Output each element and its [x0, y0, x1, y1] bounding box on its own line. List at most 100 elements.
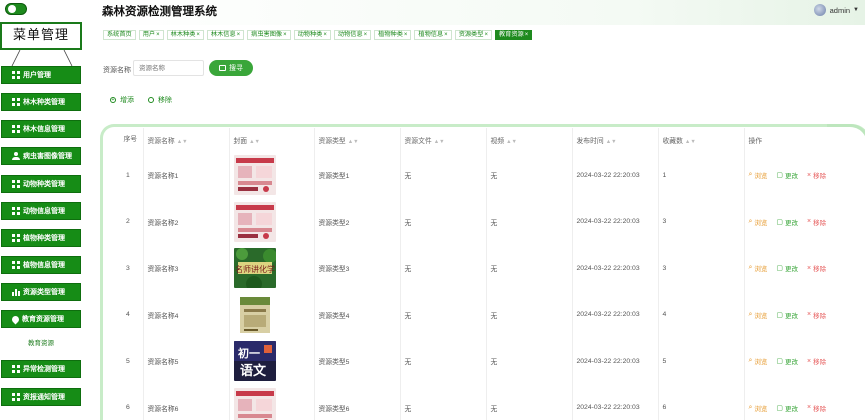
cell-fav: 3 — [657, 245, 744, 292]
tab-label: 病虫害图像 — [251, 31, 283, 38]
row-delete-button[interactable]: × 移除 — [807, 310, 826, 320]
view-button[interactable]: ⌕ 浏览 — [749, 170, 768, 180]
edit-icon: ▢ — [776, 172, 784, 180]
sidebar-item[interactable]: 资源类型管理 — [1, 283, 81, 301]
tab[interactable]: 动物信息 × — [333, 30, 372, 40]
col-fav[interactable]: 收藏数 ▲▼ — [657, 128, 744, 152]
sidebar-item[interactable]: 用户管理 — [1, 66, 81, 84]
close-icon[interactable]: × — [283, 31, 287, 39]
tab[interactable]: 动物种类 × — [293, 30, 331, 40]
add-button[interactable]: + 增添 — [110, 95, 134, 105]
cell-cover — [228, 198, 314, 245]
cover-image[interactable] — [233, 294, 314, 335]
cell-file: 无 — [399, 338, 486, 385]
tab[interactable]: 资源类型 × — [454, 30, 492, 40]
sidebar-item-label: 动物种类管理 — [23, 181, 65, 188]
sidebar-item[interactable]: 病虫害图像管理 — [1, 147, 81, 165]
row-delete-button[interactable]: × 移除 — [807, 356, 826, 367]
row-delete-button[interactable]: × 移除 — [807, 170, 826, 181]
edit-button-label: 更改 — [785, 266, 799, 274]
col-label: 操作 — [748, 138, 763, 145]
sort-icon[interactable]: ▲▼ — [348, 139, 359, 145]
cover-image[interactable] — [233, 201, 314, 242]
sidebar-item[interactable]: 资报通知管理 — [1, 388, 81, 406]
cell-video: 无 — [485, 152, 572, 199]
tab[interactable]: 林木信息 × — [206, 30, 245, 40]
sort-icon[interactable]: ▲▼ — [249, 139, 260, 145]
search-input[interactable] — [133, 60, 204, 76]
add-button-label: 增添 — [120, 97, 134, 104]
tab[interactable]: 林木种类 × — [166, 30, 204, 40]
sort-icon[interactable]: ▲▼ — [606, 139, 617, 145]
close-icon[interactable]: × — [196, 31, 200, 39]
close-icon[interactable]: × — [525, 31, 529, 39]
edit-button[interactable]: ▢ 更改 — [776, 403, 798, 413]
tab[interactable]: 植物信息 × — [414, 30, 452, 40]
sidebar-item[interactable]: 动物种类管理 — [1, 175, 81, 193]
tab[interactable]: 用户 × — [138, 30, 164, 40]
view-button[interactable]: ⌕ 浏览 — [749, 217, 768, 227]
tab[interactable]: 植物种类 × — [374, 30, 412, 40]
sidebar-item[interactable]: 植物信息管理 — [1, 256, 81, 274]
sidebar-item[interactable]: 动物信息管理 — [1, 202, 81, 220]
sort-icon[interactable]: ▲▼ — [506, 139, 517, 145]
tab[interactable]: 病虫害图像 × — [247, 30, 291, 40]
grid-icon — [12, 71, 20, 79]
edit-button[interactable]: ▢ 更改 — [776, 217, 798, 227]
col-time[interactable]: 发布时间 ▲▼ — [571, 128, 658, 152]
cover-image[interactable]: 初一 语文 — [233, 341, 314, 382]
sidebar-item[interactable]: 异常检测管理 — [1, 360, 81, 378]
view-button[interactable]: ⌕ 浏览 — [749, 263, 768, 273]
close-icon[interactable]: × — [404, 31, 408, 39]
edit-button[interactable]: ▢ 更改 — [776, 263, 798, 273]
close-icon[interactable]: × — [237, 31, 241, 39]
avatar — [813, 4, 826, 16]
close-icon[interactable]: × — [364, 31, 368, 39]
col-file[interactable]: 资源文件 ▲▼ — [399, 128, 486, 152]
view-button[interactable]: ⌕ 浏览 — [749, 403, 768, 413]
col-name[interactable]: 资源名称 ▲▼ — [142, 128, 229, 152]
sort-icon[interactable]: ▲▼ — [685, 139, 696, 145]
cell-video: 无 — [485, 291, 572, 338]
edit-button[interactable]: ▢ 更改 — [776, 356, 798, 366]
close-icon[interactable]: × — [156, 31, 160, 39]
edit-button[interactable]: ▢ 更改 — [776, 310, 798, 320]
edit-button[interactable]: ▢ 更改 — [776, 170, 798, 180]
user-menu[interactable]: admin ▼ — [813, 4, 859, 16]
col-cover[interactable]: 封面 ▲▼ — [228, 128, 314, 152]
sort-icon[interactable]: ▲▼ — [177, 139, 188, 145]
delete-button[interactable]: 移除 — [148, 95, 172, 105]
grid-icon — [12, 261, 20, 269]
close-icon[interactable]: × — [323, 31, 327, 39]
sidebar-toggle-switch[interactable] — [5, 3, 27, 15]
row-delete-button[interactable]: × 移除 — [807, 217, 826, 227]
close-icon[interactable]: × — [484, 31, 488, 39]
sidebar-subitem-education[interactable]: 教育资源 — [1, 337, 81, 351]
sort-icon[interactable]: ▲▼ — [434, 139, 445, 145]
cell-file: 无 — [399, 245, 486, 292]
menu-title: 菜单管理 — [0, 22, 82, 50]
close-icon: × — [807, 404, 812, 412]
sidebar-item[interactable]: 林木信息管理 — [1, 120, 81, 138]
row-delete-button[interactable]: × 移除 — [807, 403, 826, 413]
col-video[interactable]: 视频 ▲▼ — [485, 128, 572, 152]
view-button[interactable]: ⌕ 浏览 — [749, 356, 768, 366]
cover-image[interactable] — [233, 155, 314, 196]
edit-button-label: 更改 — [785, 173, 799, 181]
view-button[interactable]: ⌕ 浏览 — [749, 310, 768, 320]
search-button[interactable]: 搜寻 — [209, 60, 253, 76]
sidebar-item[interactable]: 林木种类管理 — [1, 93, 81, 111]
sidebar-item[interactable]: 教育资源管理 — [1, 310, 81, 328]
col-type[interactable]: 资源类型 ▲▼ — [313, 128, 400, 152]
table-row: 3 资源名称3 名师讲化学 资源类型3 无无 2024-03-22 22:20:03 3 ⌕ 浏… — [118, 245, 858, 292]
tab[interactable]: 教育资源 × — [494, 30, 533, 40]
close-icon[interactable]: × — [444, 31, 448, 39]
tab-bar: 系统首页 用户 × 林木种类 × 林木信息 × 病虫害图像 × 动物种类 × 动物信息 × 植物种类 × 植物… — [103, 30, 533, 40]
row-delete-button[interactable]: × 移除 — [807, 263, 826, 274]
cover-image[interactable]: 名师讲化学 — [233, 248, 314, 289]
cover-image[interactable] — [233, 387, 314, 420]
col-seq[interactable]: 序号 — [118, 128, 143, 152]
tab[interactable]: 系统首页 — [103, 30, 136, 40]
sidebar-item[interactable]: 植物种类管理 — [1, 229, 81, 247]
sidebar-item-label: 病虫害图像管理 — [23, 153, 72, 160]
